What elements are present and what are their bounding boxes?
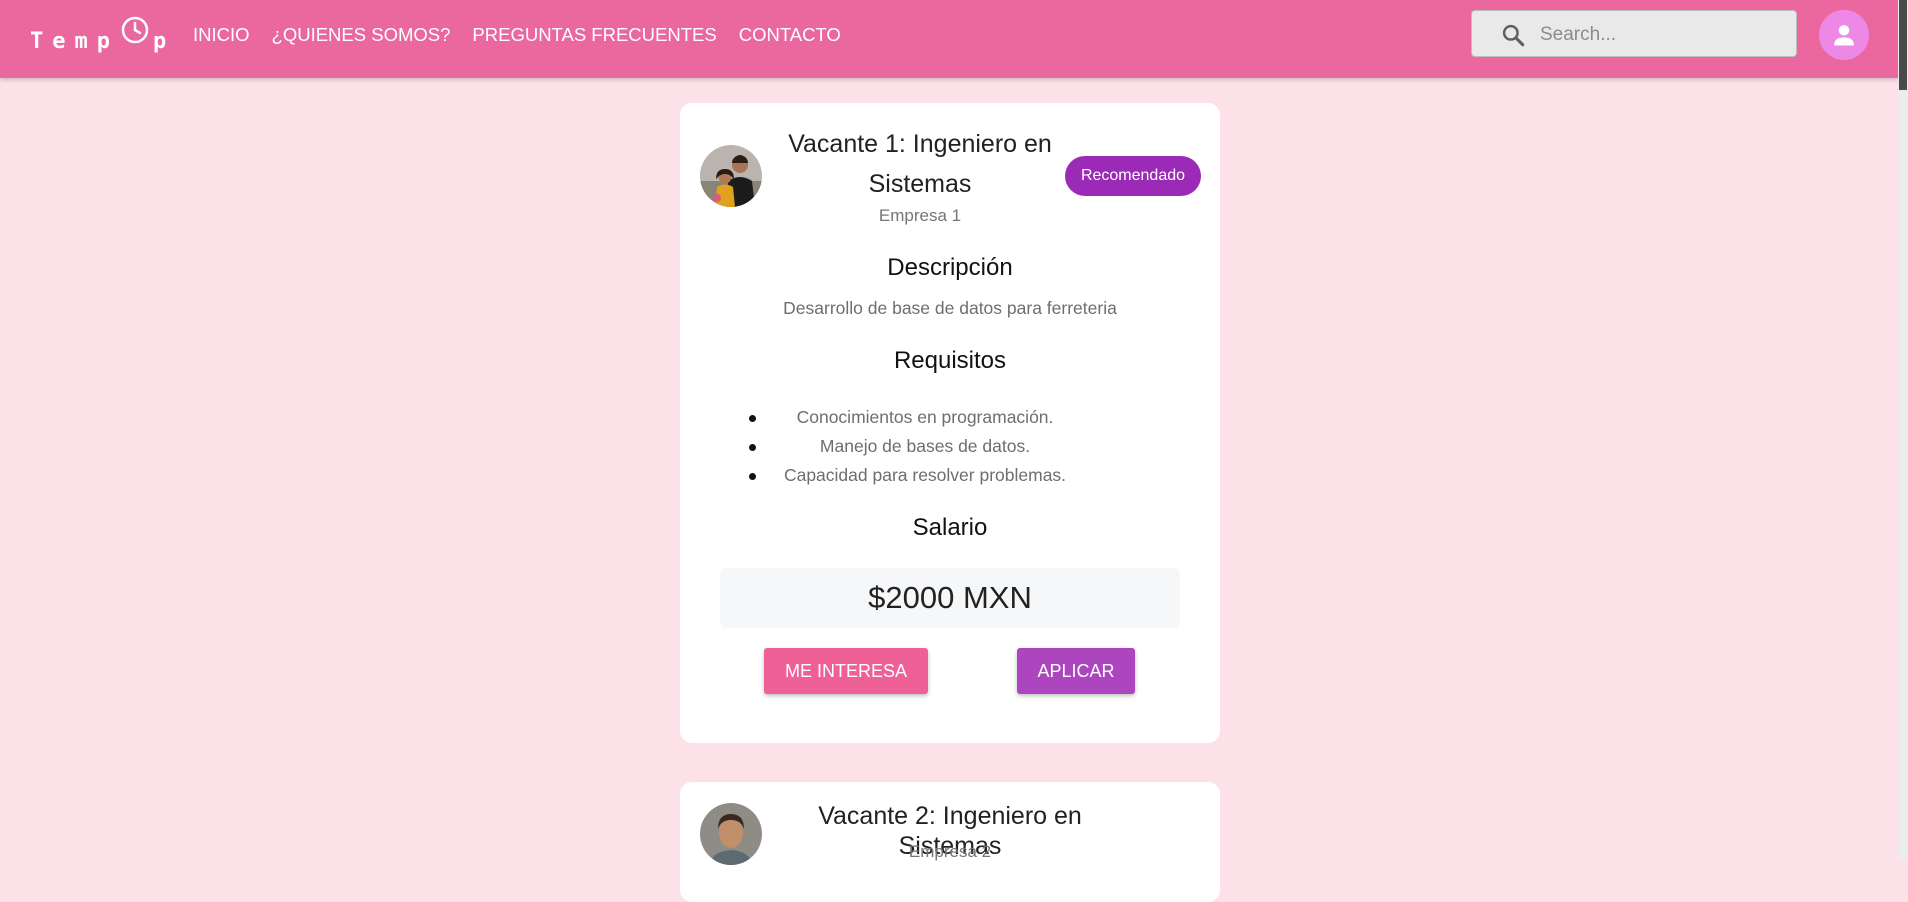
company-avatar xyxy=(700,145,762,207)
company-name: Empresa 1 xyxy=(878,206,962,225)
company-avatar xyxy=(700,803,762,865)
navbar: Temp p INICIO ¿QUIENES SOMOS? PREGUNTAS … xyxy=(0,0,1898,78)
description-heading: Descripción xyxy=(887,254,1013,281)
page-scrollbar[interactable] xyxy=(1898,0,1908,859)
search-input[interactable] xyxy=(1538,19,1782,51)
nav-links: INICIO ¿QUIENES SOMOS? PREGUNTAS FRECUEN… xyxy=(193,24,841,46)
salary-value: $2000 MXN xyxy=(720,568,1180,628)
bullet xyxy=(749,415,756,422)
list-item: Conocimientos en programación. xyxy=(680,403,1220,432)
nav-link-contacto[interactable]: CONTACTO xyxy=(739,24,841,46)
nav-link-quienes-somos[interactable]: ¿QUIENES SOMOS? xyxy=(272,24,451,46)
bullet xyxy=(749,444,756,451)
requirement-text: Manejo de bases de datos. xyxy=(819,436,1031,456)
nav-link-preguntas-frecuentes[interactable]: PREGUNTAS FRECUENTES xyxy=(472,24,716,46)
scrollbar-thumb[interactable] xyxy=(1899,0,1907,90)
list-item: Manejo de bases de datos. xyxy=(680,432,1220,461)
apply-button[interactable]: APLICAR xyxy=(1017,648,1135,694)
bullet xyxy=(749,473,756,480)
search-icon xyxy=(1502,24,1525,47)
list-item: Capacidad para resolver problemas. xyxy=(680,461,1220,490)
nav-link-inicio[interactable]: INICIO xyxy=(193,24,250,46)
description-text: Desarrollo de base de datos para ferrete… xyxy=(783,298,1117,318)
company-photo xyxy=(700,145,762,207)
vacancy-card: Vacante 2: Ingeniero en Sistemas Empresa… xyxy=(680,782,1220,902)
company-name: Empresa 2 xyxy=(908,842,992,861)
requirement-text: Capacidad para resolver problemas. xyxy=(783,465,1067,485)
salary-heading: Salario xyxy=(912,514,988,541)
requirements-heading: Requisitos xyxy=(893,347,1007,374)
logo-text: Temp xyxy=(30,28,119,54)
logo[interactable]: Temp p xyxy=(30,16,166,56)
clock-icon xyxy=(121,16,149,44)
requirement-text: Conocimientos en programación. xyxy=(796,407,1054,427)
company-photo xyxy=(700,803,762,865)
requirements-list: Conocimientos en programación. Manejo de… xyxy=(680,403,1220,490)
interest-button[interactable]: ME INTERESA xyxy=(764,648,928,694)
user-account-button[interactable] xyxy=(1819,10,1869,60)
logo-text-tail: p xyxy=(152,28,167,54)
search-box xyxy=(1471,10,1797,57)
vacancy-card: Vacante 1: Ingeniero en Sistemas Empresa… xyxy=(680,103,1220,743)
user-icon xyxy=(1834,25,1854,46)
recommended-badge: Recomendado xyxy=(1065,156,1201,196)
job-title: Vacante 1: Ingeniero en Sistemas xyxy=(788,130,1052,198)
